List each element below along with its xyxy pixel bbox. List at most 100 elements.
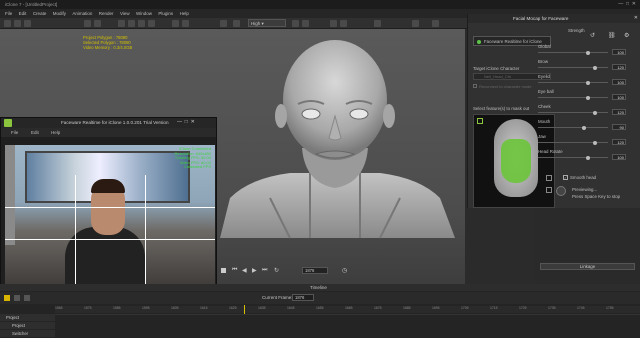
- shading-select[interactable]: High ▾: [248, 19, 286, 27]
- menu-edit[interactable]: Edit: [19, 11, 27, 16]
- slider-knob[interactable]: [586, 155, 590, 160]
- features-label: Select feature(s) to mask out: [473, 106, 530, 111]
- strength-label: Strength: [568, 28, 585, 33]
- slider-knob[interactable]: [586, 80, 590, 85]
- reset-strength-icon[interactable]: ↺: [590, 32, 595, 39]
- grid-icon[interactable]: [292, 20, 299, 27]
- grid-h1: [5, 207, 215, 208]
- slider-value[interactable]: 120: [612, 109, 626, 115]
- frame-field[interactable]: 1876: [302, 267, 328, 274]
- menu-view[interactable]: View: [120, 11, 130, 16]
- screenshot-icon[interactable]: [432, 20, 439, 27]
- redo-icon[interactable]: [94, 20, 101, 27]
- ik-icon[interactable]: [330, 20, 337, 27]
- menu-create[interactable]: Create: [33, 11, 47, 16]
- mask-trash-icon[interactable]: [546, 187, 552, 193]
- slider-label: Brow: [538, 59, 549, 64]
- slider-knob[interactable]: [593, 65, 597, 70]
- slider-track[interactable]: [538, 95, 608, 100]
- stop-icon[interactable]: [221, 268, 226, 273]
- slider-value[interactable]: 120: [612, 139, 626, 145]
- current-frame-field[interactable]: 1876: [292, 294, 314, 301]
- move-icon[interactable]: [128, 20, 135, 27]
- slider-value[interactable]: 100: [612, 154, 626, 160]
- track-switcher[interactable]: Switcher: [0, 330, 55, 337]
- slider-track[interactable]: [538, 155, 608, 160]
- slider-track[interactable]: [538, 125, 608, 130]
- slider-value[interactable]: 100: [612, 79, 626, 85]
- slider-value[interactable]: 90: [612, 124, 626, 130]
- select-icon[interactable]: [118, 20, 125, 27]
- fps-icon[interactable]: [302, 20, 309, 27]
- slider-value[interactable]: 100: [612, 49, 626, 55]
- ruler-tick: 1635: [258, 306, 266, 310]
- mask-reset-icon[interactable]: [546, 175, 552, 181]
- timeline-header: Timeline: [0, 284, 640, 291]
- menu-modify[interactable]: Modify: [53, 11, 66, 16]
- menu-plugins[interactable]: Plugins: [158, 11, 173, 16]
- slider-value[interactable]: 120: [612, 64, 626, 70]
- panel-close-icon[interactable]: ✕: [634, 15, 638, 21]
- timeline-key-icon[interactable]: [24, 295, 30, 301]
- rotate-icon[interactable]: [138, 20, 145, 27]
- play-icon[interactable]: ▶: [252, 267, 257, 274]
- faceware-window-controls[interactable]: — □ ✕: [177, 119, 195, 125]
- reconnect-checkbox[interactable]: [473, 84, 477, 88]
- wireframe-icon[interactable]: [233, 20, 240, 27]
- light-icon[interactable]: [182, 20, 189, 27]
- loop-icon[interactable]: ↻: [274, 267, 279, 274]
- undo-icon[interactable]: [84, 20, 91, 27]
- menu-render[interactable]: Render: [99, 11, 114, 16]
- slider-row-eyeball: Eye ball 100: [538, 89, 638, 101]
- status-calibrated: Calibrated FPS: [183, 164, 211, 170]
- rewind-icon[interactable]: ◀: [242, 267, 247, 274]
- menu-animation[interactable]: Animation: [72, 11, 92, 16]
- next-icon[interactable]: ⏭: [262, 267, 267, 274]
- slider-knob[interactable]: [586, 95, 590, 100]
- snap-icon[interactable]: [374, 20, 381, 27]
- slider-track[interactable]: [538, 110, 608, 115]
- link-strength-icon[interactable]: ⛓: [608, 32, 616, 39]
- fw-menu-file[interactable]: File: [11, 130, 18, 135]
- render-icon[interactable]: [220, 20, 227, 27]
- view-icon[interactable]: [412, 20, 419, 27]
- track-project-root[interactable]: Project: [0, 314, 55, 321]
- ruler-tick: 1595: [142, 306, 150, 310]
- character-head-model[interactable]: [210, 38, 460, 240]
- menu-help[interactable]: Help: [180, 11, 189, 16]
- smooth-head-checkbox[interactable]: ✓: [563, 175, 568, 180]
- timeline-ruler[interactable]: 1565 1575 1585 1595 1605 1615 1625 1635 1645 1655…: [55, 306, 640, 313]
- timeline-title: Timeline: [310, 285, 327, 290]
- prev-icon[interactable]: ⏮: [232, 267, 237, 274]
- menu-file[interactable]: File: [5, 11, 12, 16]
- slider-knob[interactable]: [593, 110, 597, 115]
- slider-track[interactable]: [538, 65, 608, 70]
- slider-value[interactable]: 100: [612, 94, 626, 100]
- scale-icon[interactable]: [148, 20, 155, 27]
- new-project-icon[interactable]: [4, 20, 11, 27]
- window-controls[interactable]: — □ ✕: [618, 1, 636, 7]
- track-project[interactable]: Project: [0, 322, 55, 329]
- fw-menu-edit[interactable]: Edit: [31, 130, 39, 135]
- open-icon[interactable]: [14, 20, 21, 27]
- linkage-button[interactable]: Linkage: [540, 263, 635, 270]
- fw-menu-help[interactable]: Help: [51, 130, 60, 135]
- options-strength-icon[interactable]: ⚙: [624, 32, 629, 39]
- slider-track[interactable]: [538, 50, 608, 55]
- timer-icon[interactable]: ◷: [342, 267, 347, 274]
- slider-knob[interactable]: [582, 125, 586, 130]
- slider-track[interactable]: [538, 140, 608, 145]
- slider-knob[interactable]: [586, 50, 590, 55]
- timeline-filter-icon[interactable]: [14, 295, 20, 301]
- record-button[interactable]: [556, 186, 566, 196]
- menu-window[interactable]: Window: [136, 11, 152, 16]
- camera-icon[interactable]: [172, 20, 179, 27]
- timeline-toggle-icon[interactable]: [4, 295, 10, 301]
- mask-toggle-icon[interactable]: [477, 118, 483, 124]
- target-value: Neil_Head_Ctrl: [484, 74, 512, 79]
- save-icon[interactable]: [24, 20, 31, 27]
- physics-icon[interactable]: [340, 20, 347, 27]
- ruler-tick: 1615: [200, 306, 208, 310]
- slider-knob[interactable]: [593, 140, 597, 145]
- slider-track[interactable]: [538, 80, 608, 85]
